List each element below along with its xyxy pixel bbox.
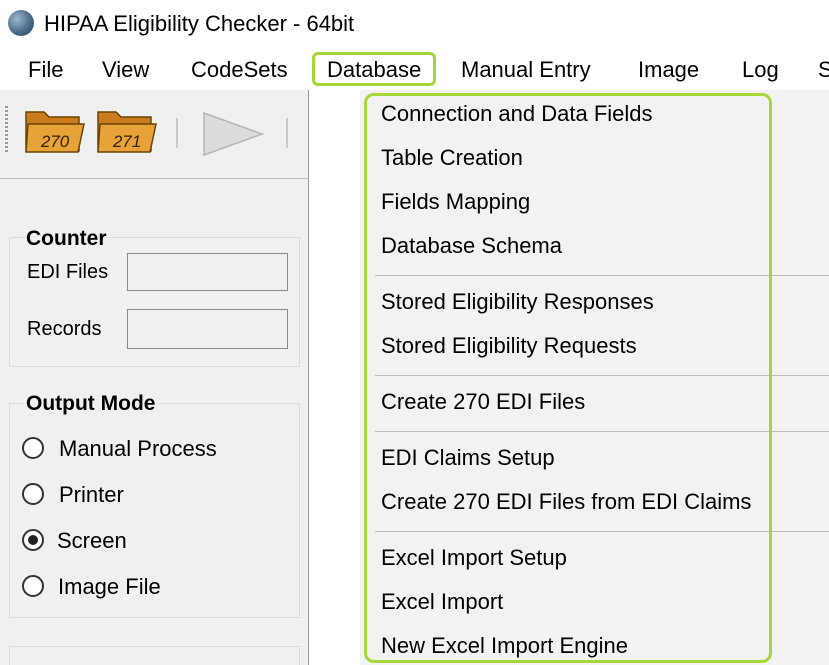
radio-screen-label[interactable]: Screen	[57, 528, 127, 554]
radio-printer-label[interactable]: Printer	[59, 482, 124, 508]
menu-truncated[interactable]: S	[818, 50, 829, 90]
dropdown-highlight-frame	[364, 93, 772, 663]
toolbar-separator	[286, 118, 288, 148]
menu-image[interactable]: Image	[638, 50, 699, 90]
radio-screen[interactable]	[22, 529, 44, 551]
open-270-button[interactable]: 270	[24, 106, 86, 154]
radio-printer[interactable]	[22, 483, 44, 505]
records-field[interactable]	[127, 309, 288, 349]
folder-271-icon: 271	[97, 111, 157, 153]
toolbar-separator	[176, 118, 178, 148]
radio-image-file[interactable]	[22, 575, 44, 597]
menu-file[interactable]: File	[28, 50, 63, 90]
toolbar-grip[interactable]	[5, 106, 8, 152]
radio-manual-process-label[interactable]: Manual Process	[59, 436, 217, 462]
window-title: HIPAA Eligibility Checker - 64bit	[44, 11, 355, 36]
menu-database[interactable]: Database	[327, 50, 421, 90]
menu-log[interactable]: Log	[742, 50, 779, 90]
radio-manual-process[interactable]	[22, 437, 44, 459]
radio-image-file-label[interactable]: Image File	[58, 574, 161, 600]
counter-title: Counter	[26, 227, 109, 251]
records-label: Records	[27, 318, 102, 340]
menu-view[interactable]: View	[102, 50, 149, 90]
next-group-frame	[9, 646, 300, 665]
output-mode-title: Output Mode	[26, 392, 158, 416]
edi-files-field[interactable]	[127, 253, 288, 291]
radio-selected-dot	[28, 535, 38, 545]
toolbar-divider	[0, 178, 309, 179]
menu-codesets[interactable]: CodeSets	[191, 50, 288, 90]
open-271-button[interactable]: 271	[96, 106, 158, 154]
edi-files-label: EDI Files	[27, 261, 109, 283]
folder-271-label: 271	[112, 132, 141, 151]
menu-manual-entry[interactable]: Manual Entry	[461, 50, 591, 90]
run-button[interactable]	[200, 110, 265, 158]
folder-270-label: 270	[40, 132, 70, 151]
play-icon	[203, 111, 265, 157]
folder-270-icon: 270	[25, 111, 85, 153]
app-globe-icon	[8, 10, 34, 36]
